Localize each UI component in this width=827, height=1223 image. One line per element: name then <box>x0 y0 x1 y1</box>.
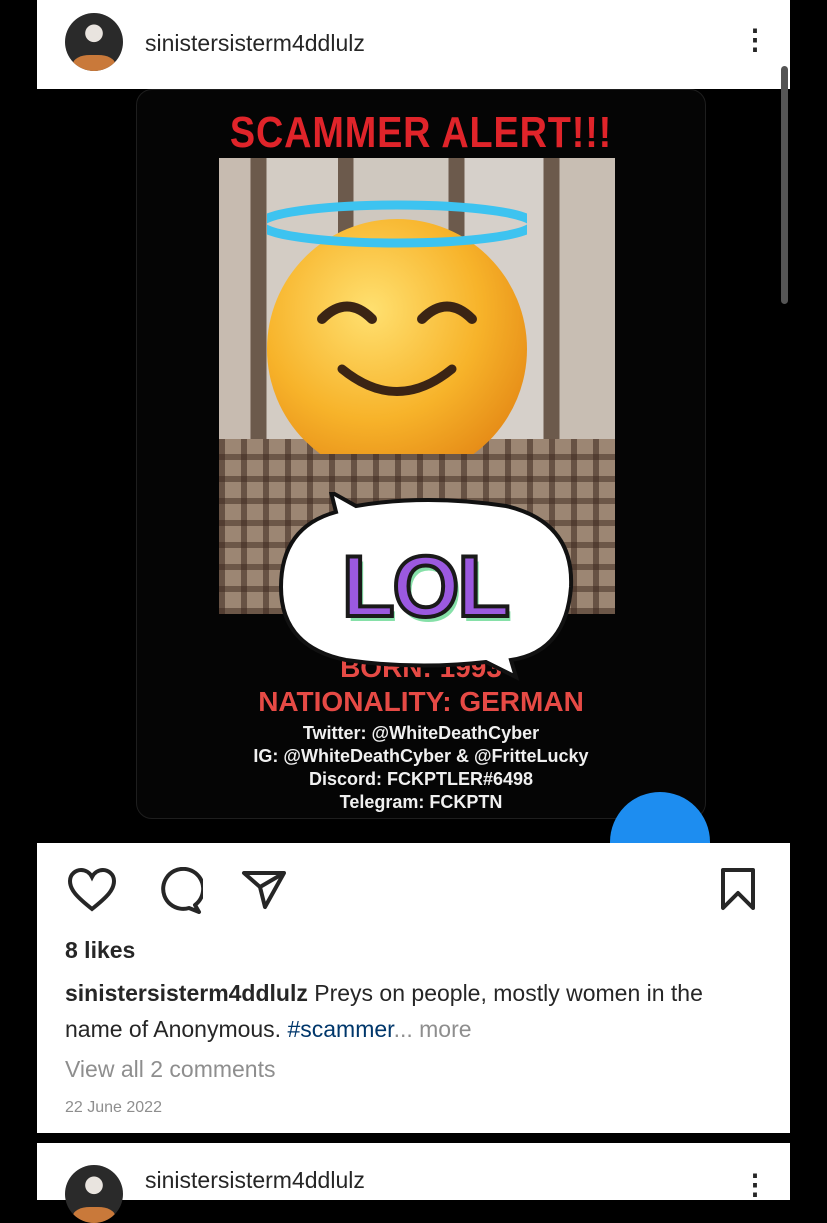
post-actions: 8 likes sinistersisterm4ddlulz Preys on … <box>37 843 790 1133</box>
lol-sticker: LOL <box>276 492 574 682</box>
post-date: 22 June 2022 <box>65 1099 162 1116</box>
lol-text: LOL <box>340 537 512 637</box>
caption-more-link[interactable]: ... more <box>394 1016 472 1042</box>
poster-nationality: NATIONALITY: GERMAN <box>258 686 584 717</box>
caption-hashtag[interactable]: #scammer <box>287 1016 393 1042</box>
share-icon[interactable] <box>241 869 287 911</box>
poster-telegram: Telegram: FCKPTN <box>339 792 503 812</box>
halo-emoji-icon <box>267 200 527 454</box>
likes-count[interactable]: 8 likes <box>65 937 135 964</box>
next-post-header: sinistersisterm4ddlulz ⋮ <box>37 1143 790 1223</box>
bookmark-icon[interactable] <box>720 867 756 911</box>
next-post-username[interactable]: sinistersisterm4ddlulz <box>145 1167 365 1194</box>
heart-icon[interactable] <box>67 867 117 913</box>
scrollbar[interactable] <box>781 66 788 304</box>
avatar[interactable] <box>65 1165 123 1223</box>
poster-discord: Discord: FCKPTLER#6498 <box>308 769 534 789</box>
kebab-icon[interactable]: ⋮ <box>741 1171 769 1199</box>
poster-ig: IG: @WhiteDeathCyber & @FritteLucky <box>253 746 589 766</box>
poster-twitter: Twitter: @WhiteDeathCyber <box>302 723 540 743</box>
comment-icon[interactable] <box>155 867 203 915</box>
avatar[interactable] <box>65 13 123 71</box>
poster-title: SCAMMER ALERT!!! <box>229 108 613 157</box>
post-header: sinistersisterm4ddlulz ⋮ <box>37 0 790 89</box>
post-username[interactable]: sinistersisterm4ddlulz <box>145 30 365 57</box>
post-image[interactable]: SCAMMER ALERT!!! BORN: 1993 NATIONALITY:… <box>0 89 827 872</box>
kebab-icon[interactable]: ⋮ <box>741 26 769 54</box>
view-comments-link[interactable]: View all 2 comments <box>65 1056 276 1083</box>
post-caption: sinistersisterm4ddlulz Preys on people, … <box>65 975 765 1047</box>
caption-username[interactable]: sinistersisterm4ddlulz <box>65 980 308 1006</box>
